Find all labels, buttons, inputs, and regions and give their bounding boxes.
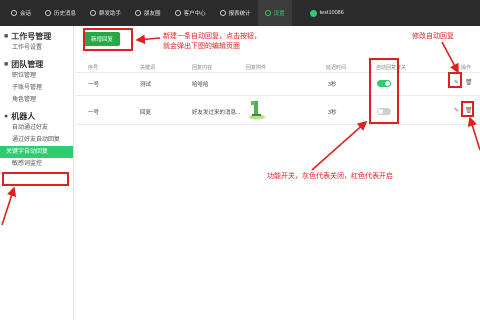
nav-label: 群发助手 (99, 11, 122, 17)
sidebar-section-work-account: ■ 工作号管理 (0, 30, 73, 42)
nav-label: 朋友圈 (144, 11, 161, 17)
row2-keyword: 回复 (140, 110, 152, 116)
nav-item-moments[interactable]: 朋友圈 (128, 0, 168, 26)
new-button-note-line1: 新建一条自动回复，点击按钮， (163, 33, 261, 40)
image-thumbnail-icon (249, 101, 265, 120)
new-button-highlight (83, 28, 133, 51)
sidebar-item-work-account-settings[interactable]: 工作号设置 (0, 42, 73, 54)
header-divider (75, 72, 480, 73)
settings-icon (264, 10, 271, 16)
avatar (309, 9, 317, 17)
nav-label: 客户中心 (183, 11, 206, 17)
square-icon: ■ (4, 32, 9, 40)
col-header-content: 回复内容 (192, 65, 213, 71)
row1-delay: 3秒 (328, 82, 337, 88)
edit-icon[interactable]: ✎ (454, 107, 459, 114)
nav-label: 历史消息 (54, 11, 77, 17)
col-header-keyword: 关键词 (140, 65, 156, 71)
sidebar-item-positions[interactable]: 职位管理 (0, 70, 73, 82)
edit-note: 修改自动回复 (412, 33, 454, 40)
chat-icon (11, 10, 17, 16)
new-button-note-line2: 就会弹出下图的编辑页面 (163, 43, 240, 50)
row2-content: 好友发过来的消息... (192, 110, 241, 116)
nav-label: 会话 (20, 11, 32, 17)
sidebar-item-auto-accept[interactable]: 自动通过好友 (0, 122, 73, 134)
sidebar-item-sub-accounts[interactable]: 子账号管理 (0, 82, 73, 94)
nav-label: 报表统计 (228, 11, 251, 17)
sidebar-item-roles[interactable]: 角色管理 (0, 94, 73, 106)
col-header-index: 序号 (88, 65, 99, 71)
broadcast-icon (90, 10, 97, 16)
nav-item-customer[interactable]: 客户中心 (168, 0, 213, 26)
nav-item-chat[interactable]: 会话 (4, 0, 38, 26)
toggle-column-highlight (369, 58, 399, 124)
row-divider (75, 95, 480, 96)
section-title: 工作号管理 (11, 31, 52, 41)
sidebar-item-keyword-auto-reply[interactable]: 关键字自动回复 (0, 146, 73, 158)
row1-keyword: 测试 (140, 82, 152, 88)
row2-index: 一号 (88, 110, 100, 116)
nav-item-settings[interactable]: 设置 (257, 0, 292, 26)
sidebar-section-team: ■ 团队管理 (0, 58, 73, 70)
sidebar-item-sensitive-words[interactable]: 敏感词监控 (0, 158, 73, 170)
sidebar-active-highlight (2, 172, 69, 186)
top-nav-bar: 会话 历史消息 群发助手 朋友圈 客户中心 报表统计 设置 test10086 (0, 0, 480, 26)
user-menu[interactable]: test10086 (309, 9, 344, 17)
robot-icon: ● (4, 112, 9, 120)
delete-icon[interactable]: 🗑 (465, 79, 473, 86)
row1-index: 一号 (88, 82, 100, 88)
edit-highlight-row1 (448, 72, 462, 88)
nav-item-report[interactable]: 报表统计 (213, 0, 258, 26)
section-title: 团队管理 (11, 59, 44, 69)
history-icon (45, 10, 52, 16)
toggle-note: 功能开关，灰色代表关闭，红色代表开启 (267, 173, 393, 180)
col-header-actions: 操作 (461, 65, 472, 71)
report-icon (219, 10, 226, 16)
row-divider (75, 124, 480, 125)
nav-label: 设置 (273, 11, 285, 17)
row2-attachment-thumbnail[interactable] (248, 98, 266, 120)
row2-delay: 3秒 (328, 110, 337, 116)
team-icon: ■ (4, 60, 9, 68)
section-title: 机器人 (11, 111, 36, 121)
customer-icon (174, 10, 181, 16)
nav-item-broadcast[interactable]: 群发助手 (83, 0, 128, 26)
moments-icon (135, 10, 142, 16)
username: test10086 (319, 10, 344, 16)
sidebar-item-accept-auto-reply[interactable]: 通过好友自动回复 (0, 134, 73, 146)
sidebar-section-robot: ● 机器人 (0, 110, 73, 122)
row1-content: 哈哈哈 (192, 82, 209, 88)
col-header-attachment: 回复附件 (246, 65, 267, 71)
col-header-delay: 延迟时间 (326, 65, 347, 71)
nav-item-history[interactable]: 历史消息 (38, 0, 83, 26)
delete-highlight-row2 (461, 101, 474, 117)
